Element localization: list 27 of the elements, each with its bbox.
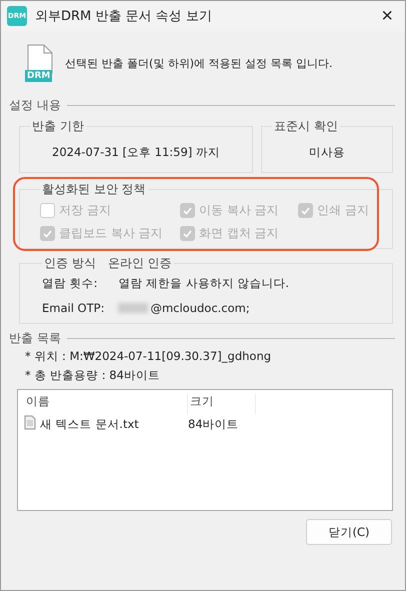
column-header[interactable]: 크기 (188, 394, 256, 414)
group-label: 표준시 확인 (273, 118, 339, 135)
field-value: 열람 제한을 사용하지 않습니다. (118, 276, 290, 291)
group-label: 활성화된 보안 정책 (41, 181, 147, 198)
column-header[interactable]: 이름 (24, 394, 188, 414)
value-text: 미사용 (308, 144, 346, 161)
file-name[interactable]: 새 텍스트 문서.txt (40, 416, 139, 432)
value-text: 2024-07-31 [오후 11:59] 까지 (51, 144, 221, 161)
check-icon (43, 230, 52, 238)
window-title: 외부DRM 반출 문서 속성 보기 (35, 8, 213, 25)
close-button[interactable]: × (375, 4, 399, 28)
section-title: 설정 내용 (9, 97, 61, 114)
check-icon (183, 206, 192, 214)
field-value: @mcloudoc.com; (150, 301, 250, 315)
check-icon (183, 230, 192, 238)
field-label: 열람 횟수: (42, 276, 99, 291)
check-icon (301, 206, 310, 214)
field-label: Email OTP: (42, 301, 104, 315)
file-size: 84바이트 (188, 416, 240, 432)
group-label: 인증 방식 (44, 255, 96, 272)
info-text: * 총 반출용량 : 84바이트 (24, 367, 161, 384)
auth-method: 온라인 인증 (108, 255, 172, 272)
info-text: * 위치 : M:₩2024-07-11[09.30.37]_gdhong (24, 348, 272, 365)
close-button[interactable]: 닫기(C) (306, 519, 392, 545)
section-title: 반출 목록 (9, 330, 61, 347)
description-text: 선택된 반출 폴더(및 하위)에 적용된 설정 목록 입니다. (65, 56, 333, 70)
group-label: 반출 기한 (31, 118, 85, 135)
